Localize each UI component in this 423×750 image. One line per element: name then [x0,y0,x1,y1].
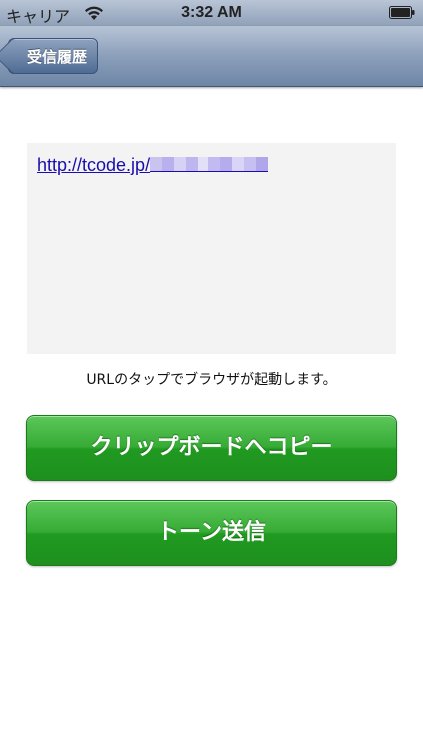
status-time: 3:32 AM [181,4,242,21]
url-text: http://tcode.jp/ [37,155,151,175]
battery-icon [389,6,415,19]
copy-to-clipboard-button[interactable]: クリップボードへコピー [26,415,397,481]
back-button-label: 受信履歴 [27,48,88,66]
url-display-box: http://tcode.jp/ [27,143,396,354]
back-button[interactable]: 受信履歴 [8,38,99,74]
navigation-bar: 受信履歴 [0,26,423,87]
url-tap-hint: URLのタップでブラウザが起動します。 [86,372,337,388]
redacted-url-path [150,157,269,172]
app-screen: キャリア 3:32 AM 受信履歴 http://tcode.jp/ URLのタ… [0,0,423,750]
send-tone-button[interactable]: トーン送信 [26,500,397,566]
status-bar: キャリア 3:32 AM [0,0,423,26]
url-link[interactable]: http://tcode.jp/ [37,155,269,175]
